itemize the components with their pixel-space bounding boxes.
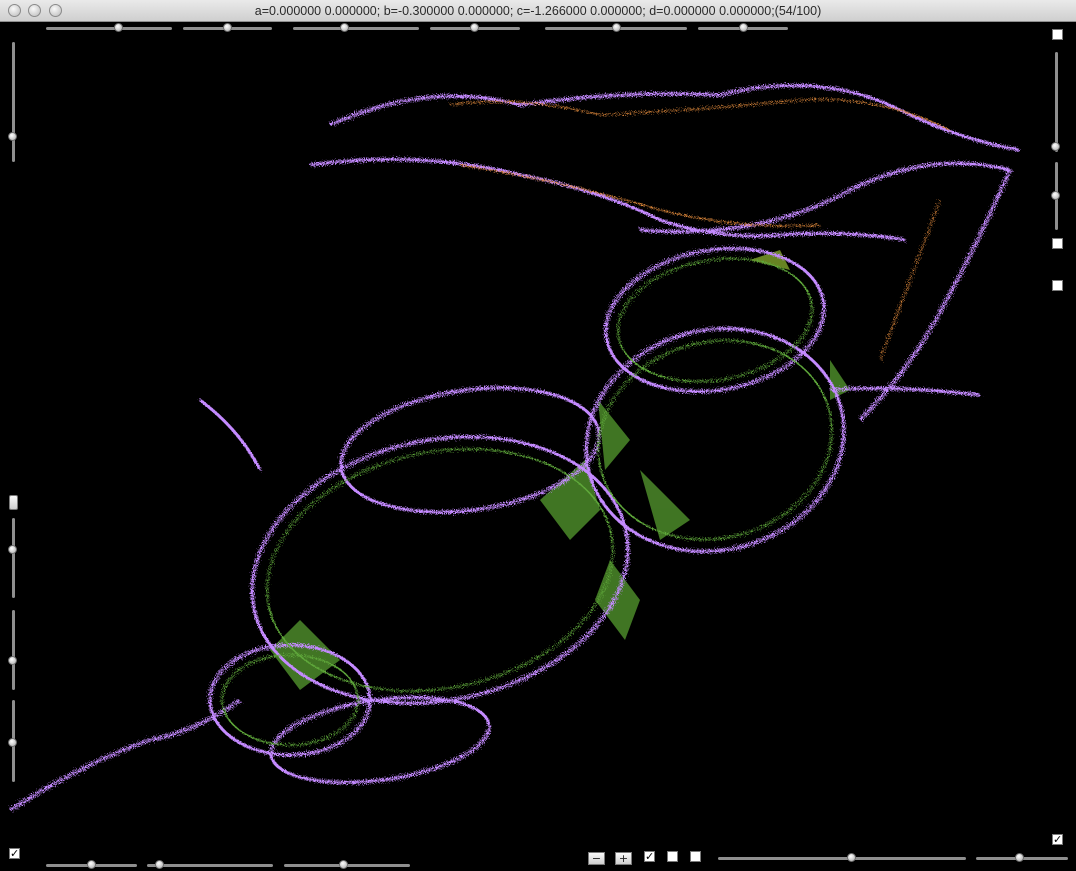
- window-title: a=0.000000 0.000000; b=-0.300000 0.00000…: [254, 4, 822, 18]
- top-slider-4[interactable]: [430, 23, 520, 32]
- checkbox-bottom-mid-1[interactable]: ✓: [644, 851, 655, 862]
- slider-knob[interactable]: [1051, 191, 1060, 200]
- checkbox-bottom-mid-3[interactable]: [690, 851, 701, 862]
- checkbox-bottom-mid-2[interactable]: [667, 851, 678, 862]
- fractal-canvas[interactable]: [0, 22, 1076, 871]
- window-titlebar[interactable]: a=0.000000 0.000000; b=-0.300000 0.00000…: [0, 0, 1076, 22]
- zoom-in-button[interactable]: +: [615, 852, 632, 865]
- checkbox-bottom-left[interactable]: ✓: [9, 848, 20, 859]
- left-slider-1[interactable]: [8, 42, 17, 162]
- checkbox-right-top[interactable]: [1052, 29, 1063, 40]
- top-slider-2[interactable]: [183, 23, 272, 32]
- slider-knob[interactable]: [8, 131, 17, 141]
- left-slider-2[interactable]: [8, 518, 17, 598]
- slider-knob[interactable]: [154, 860, 164, 869]
- slider-knob[interactable]: [470, 23, 479, 32]
- checkbox-right-mid-2[interactable]: [1052, 280, 1063, 291]
- top-slider-6[interactable]: [698, 23, 788, 32]
- checkbox-right-mid-1[interactable]: [1052, 238, 1063, 249]
- bottom-slider-5[interactable]: [976, 853, 1068, 862]
- slider-knob[interactable]: [339, 23, 349, 32]
- slider-knob[interactable]: [222, 23, 232, 32]
- slider-knob[interactable]: [8, 737, 17, 747]
- slider-knob[interactable]: [86, 860, 96, 869]
- checkbox-bottom-right[interactable]: ✓: [1052, 834, 1063, 845]
- slider-knob[interactable]: [738, 23, 748, 32]
- top-slider-5[interactable]: [545, 23, 687, 32]
- bottom-slider-3[interactable]: [284, 860, 410, 869]
- slider-knob[interactable]: [846, 853, 856, 862]
- top-slider-3[interactable]: [293, 23, 419, 32]
- top-slider-1[interactable]: [46, 23, 172, 32]
- fractal-outline: [9, 83, 1021, 812]
- left-slider-3[interactable]: [8, 610, 17, 690]
- bottom-slider-1[interactable]: [46, 860, 137, 869]
- bottom-slider-2[interactable]: [147, 860, 273, 869]
- zoom-out-button[interactable]: −: [588, 852, 605, 865]
- bottom-slider-4[interactable]: [718, 853, 966, 862]
- slider-knob[interactable]: [1051, 142, 1060, 151]
- right-slider-1[interactable]: [1051, 52, 1060, 152]
- right-slider-2[interactable]: [1051, 162, 1060, 230]
- left-small-button[interactable]: [9, 495, 18, 510]
- left-slider-4[interactable]: [8, 700, 17, 782]
- slider-knob[interactable]: [8, 545, 17, 554]
- slider-knob[interactable]: [114, 23, 124, 32]
